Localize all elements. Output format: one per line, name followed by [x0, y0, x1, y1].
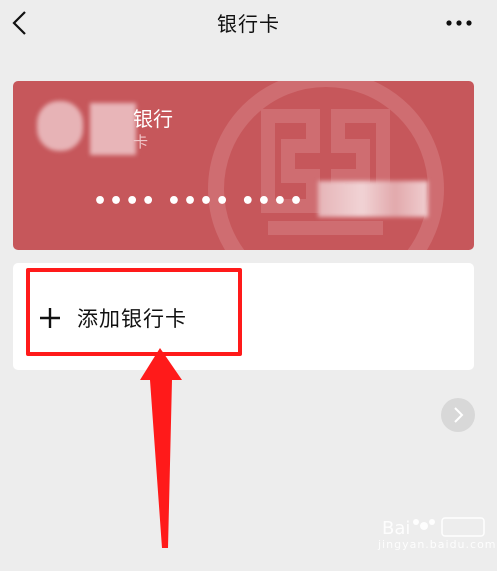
baidu-watermark: Bai jingyan.baidu.com — [378, 514, 497, 554]
next-button[interactable] — [441, 398, 475, 432]
svg-text:Bai: Bai — [382, 518, 410, 539]
add-bank-card-button[interactable]: 添加银行卡 — [13, 263, 474, 370]
navigation-bar: 银行卡 — [0, 0, 497, 48]
add-bank-card-label: 添加银行卡 — [77, 307, 187, 331]
chevron-right-icon — [454, 407, 464, 423]
add-card-panel: 添加银行卡 — [13, 263, 474, 370]
bank-logo-watermark-icon — [208, 81, 444, 250]
card-number-masked: •••• •••• •••• — [93, 189, 306, 214]
watermark-text: jingyan.baidu.com — [378, 538, 497, 551]
plus-icon — [40, 308, 60, 328]
bank-logo-blurred — [37, 101, 83, 151]
more-button[interactable] — [444, 14, 474, 32]
baidu-paw-icon: Bai — [382, 517, 485, 539]
card-number-tail-blurred — [318, 181, 428, 217]
bank-name-blurred — [90, 103, 136, 155]
bank-card[interactable]: 银行 卡 •••• •••• •••• — [13, 81, 474, 250]
card-type: 卡 — [133, 133, 149, 151]
bank-name: 银行 — [133, 107, 173, 131]
page-title: 银行卡 — [217, 12, 280, 36]
more-dots-icon — [446, 20, 472, 26]
